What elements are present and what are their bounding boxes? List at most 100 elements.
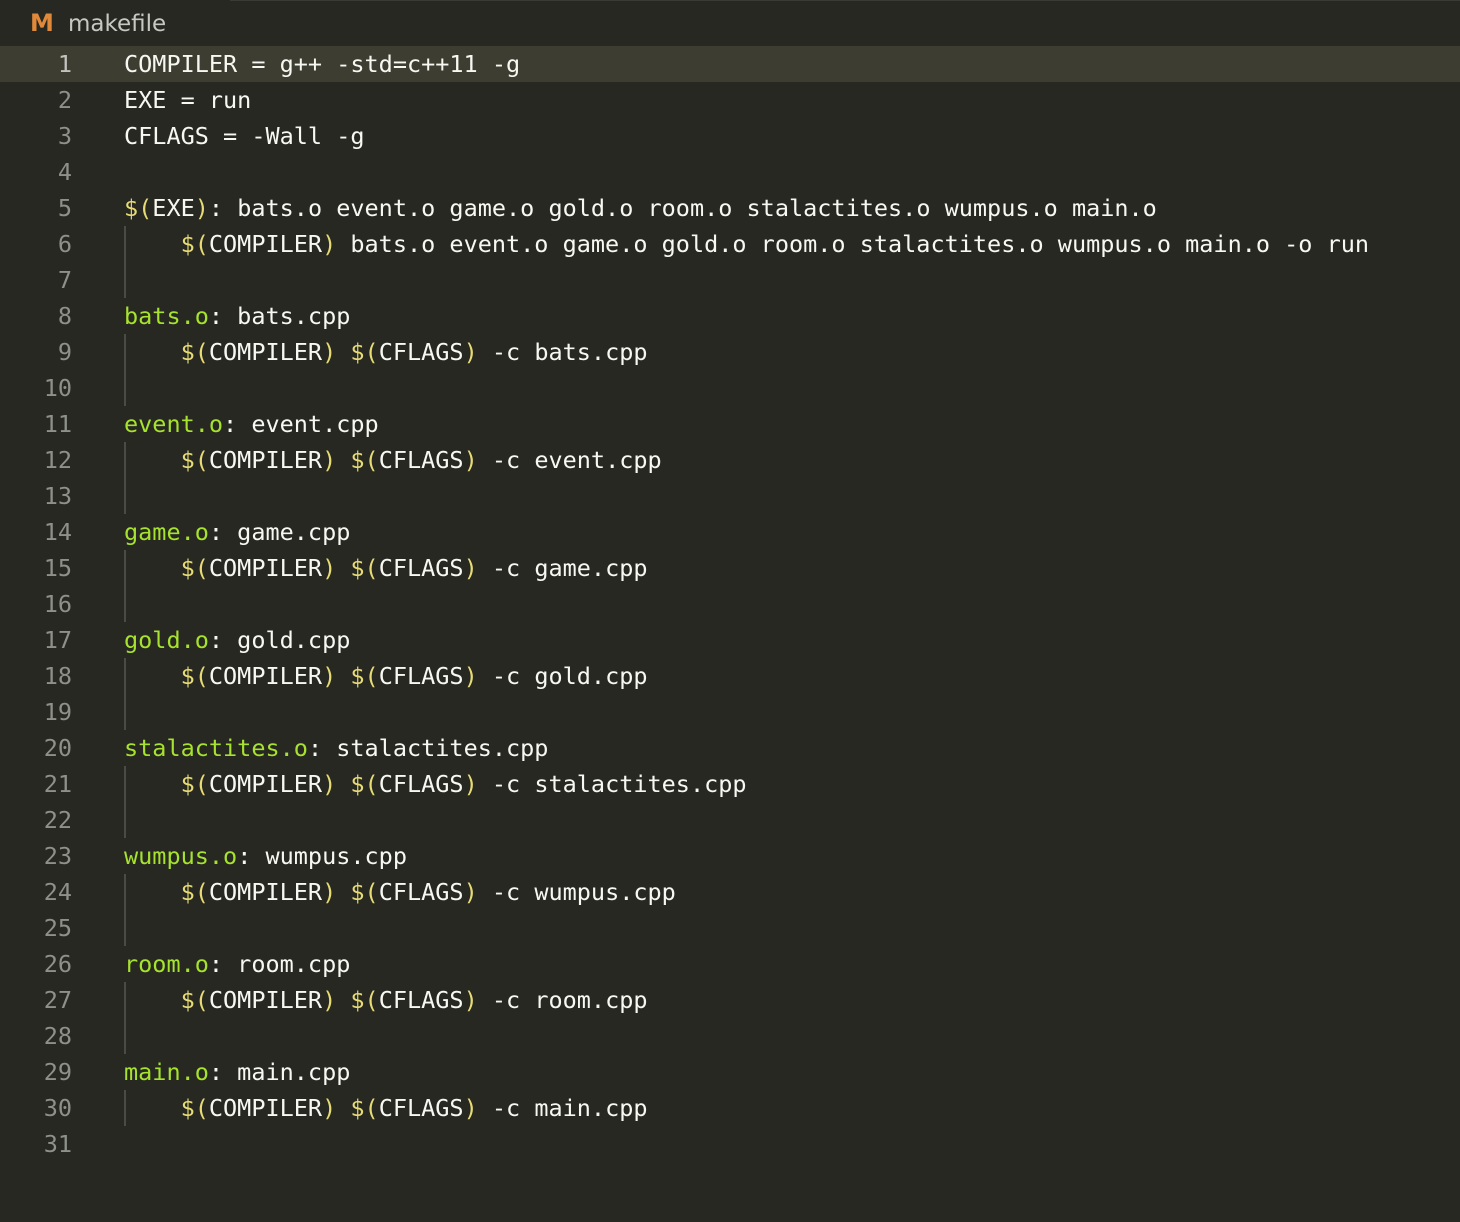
code-line[interactable]: 25 (0, 910, 1460, 946)
line-number: 27 (43, 986, 72, 1014)
code-line[interactable]: 2 EXE = run (0, 82, 1460, 118)
line-number: 23 (43, 842, 72, 870)
code-line[interactable]: 17 gold.o: gold.cpp (0, 622, 1460, 658)
line-number: 22 (43, 806, 72, 834)
variable-delimiter: $( (180, 662, 209, 690)
code-line[interactable]: 26 room.o: room.cpp (0, 946, 1460, 982)
line-content: EXE = run (124, 82, 251, 118)
code-text: COMPILER (208, 662, 323, 690)
code-line[interactable]: 4 (0, 154, 1460, 190)
variable-delimiter: ) (322, 230, 337, 258)
line-number: 9 (57, 338, 72, 366)
code-line[interactable]: 13 (0, 478, 1460, 514)
code-line[interactable]: 24 $(COMPILER) $(CFLAGS) -c wumpus.cpp (0, 874, 1460, 910)
code-area[interactable]: 1 COMPILER = g++ -std=c++11 -g 2 EXE = run 3… (0, 46, 1460, 1162)
code-text: CFLAGS (378, 446, 464, 474)
code-text: CFLAGS (378, 338, 464, 366)
code-text: COMPILER (208, 554, 323, 582)
indent-guide (124, 370, 126, 406)
line-number: 28 (43, 1022, 72, 1050)
code-text: : game.cpp (208, 518, 351, 546)
code-text: : stalactites.cpp (307, 734, 549, 762)
line-content: game.o: game.cpp (124, 514, 350, 550)
line-content: bats.o: bats.cpp (124, 298, 350, 334)
line-content: gold.o: gold.cpp (124, 622, 350, 658)
variable-delimiter: ) (322, 986, 337, 1014)
file-tab-label: makefile (68, 11, 167, 37)
code-line[interactable]: 28 (0, 1018, 1460, 1054)
code-line[interactable]: 6 $(COMPILER) bats.o event.o game.o gold… (0, 226, 1460, 262)
code-line[interactable]: 27 $(COMPILER) $(CFLAGS) -c room.cpp (0, 982, 1460, 1018)
line-content: $(EXE): bats.o event.o game.o gold.o roo… (124, 190, 1157, 226)
variable-delimiter: ) (322, 878, 337, 906)
line-number: 31 (43, 1130, 72, 1158)
code-line[interactable]: 5 $(EXE): bats.o event.o game.o gold.o ro… (0, 190, 1460, 226)
code-line[interactable]: 7 (0, 262, 1460, 298)
code-line[interactable]: 15 $(COMPILER) $(CFLAGS) -c game.cpp (0, 550, 1460, 586)
code-line[interactable]: 14 game.o: game.cpp (0, 514, 1460, 550)
code-text: CFLAGS (378, 1094, 464, 1122)
code-text: : main.cpp (208, 1058, 351, 1086)
variable-delimiter: ) (322, 1094, 337, 1122)
make-target: event.o (124, 410, 224, 438)
code-text: COMPILER (208, 986, 323, 1014)
code-text: COMPILER (208, 1094, 323, 1122)
indent-guide (124, 478, 126, 514)
code-line[interactable]: 9 $(COMPILER) $(CFLAGS) -c bats.cpp (0, 334, 1460, 370)
code-line[interactable]: 22 (0, 802, 1460, 838)
file-tab[interactable]: M makefile (0, 0, 1460, 46)
code-line[interactable]: 3 CFLAGS = -Wall -g (0, 118, 1460, 154)
code-line[interactable]: 18 $(COMPILER) $(CFLAGS) -c gold.cpp (0, 658, 1460, 694)
code-line[interactable]: 23 wumpus.o: wumpus.cpp (0, 838, 1460, 874)
make-target: gold.o (124, 626, 209, 654)
code-line[interactable]: 30 $(COMPILER) $(CFLAGS) -c main.cpp (0, 1090, 1460, 1126)
line-content: $(COMPILER) $(CFLAGS) -c stalactites.cpp (124, 766, 747, 802)
code-line[interactable]: 11 event.o: event.cpp (0, 406, 1460, 442)
line-number: 3 (57, 122, 72, 150)
variable-delimiter: $( (350, 554, 379, 582)
code-text: CFLAGS (378, 986, 464, 1014)
line-number: 7 (57, 266, 72, 294)
code-line[interactable]: 1 COMPILER = g++ -std=c++11 -g (0, 46, 1460, 82)
line-content: $(COMPILER) $(CFLAGS) -c game.cpp (124, 550, 648, 586)
code-line[interactable]: 20 stalactites.o: stalactites.cpp (0, 730, 1460, 766)
line-number: 14 (43, 518, 72, 546)
code-line[interactable]: 21 $(COMPILER) $(CFLAGS) -c stalactites.… (0, 766, 1460, 802)
indent-guide (124, 1018, 126, 1054)
variable-delimiter: ) (463, 662, 478, 690)
code-text: bats.o event.o game.o gold.o room.o stal… (336, 230, 1370, 258)
code-line[interactable]: 10 (0, 370, 1460, 406)
variable-delimiter: ) (322, 554, 337, 582)
line-content: $(COMPILER) $(CFLAGS) -c gold.cpp (124, 658, 648, 694)
code-text: COMPILER = g++ -std=c++11 -g (124, 50, 521, 78)
variable-delimiter: ) (463, 338, 478, 366)
line-number: 1 (57, 50, 72, 78)
variable-delimiter: ) (463, 446, 478, 474)
code-text: -c game.cpp (477, 554, 648, 582)
variable-delimiter: $( (180, 554, 209, 582)
code-editor[interactable]: M makefile 1 COMPILER = g++ -std=c++11 -g… (0, 0, 1460, 1222)
code-text: EXE = run (124, 86, 252, 114)
code-line[interactable]: 29 main.o: main.cpp (0, 1054, 1460, 1090)
variable-delimiter: $( (180, 986, 209, 1014)
code-line[interactable]: 8 bats.o: bats.cpp (0, 298, 1460, 334)
code-line[interactable]: 12 $(COMPILER) $(CFLAGS) -c event.cpp (0, 442, 1460, 478)
make-target: game.o (124, 518, 209, 546)
code-text: : room.cpp (208, 950, 351, 978)
code-text: -c event.cpp (477, 446, 662, 474)
indent-guide (124, 802, 126, 838)
line-number: 16 (43, 590, 72, 618)
variable-delimiter: $( (350, 986, 379, 1014)
variable-delimiter: ) (322, 446, 337, 474)
variable-delimiter: ) (463, 878, 478, 906)
code-line[interactable]: 16 (0, 586, 1460, 622)
code-line[interactable]: 19 (0, 694, 1460, 730)
code-text: : event.cpp (223, 410, 379, 438)
code-line[interactable]: 31 (0, 1126, 1460, 1162)
code-text: COMPILER (208, 230, 323, 258)
